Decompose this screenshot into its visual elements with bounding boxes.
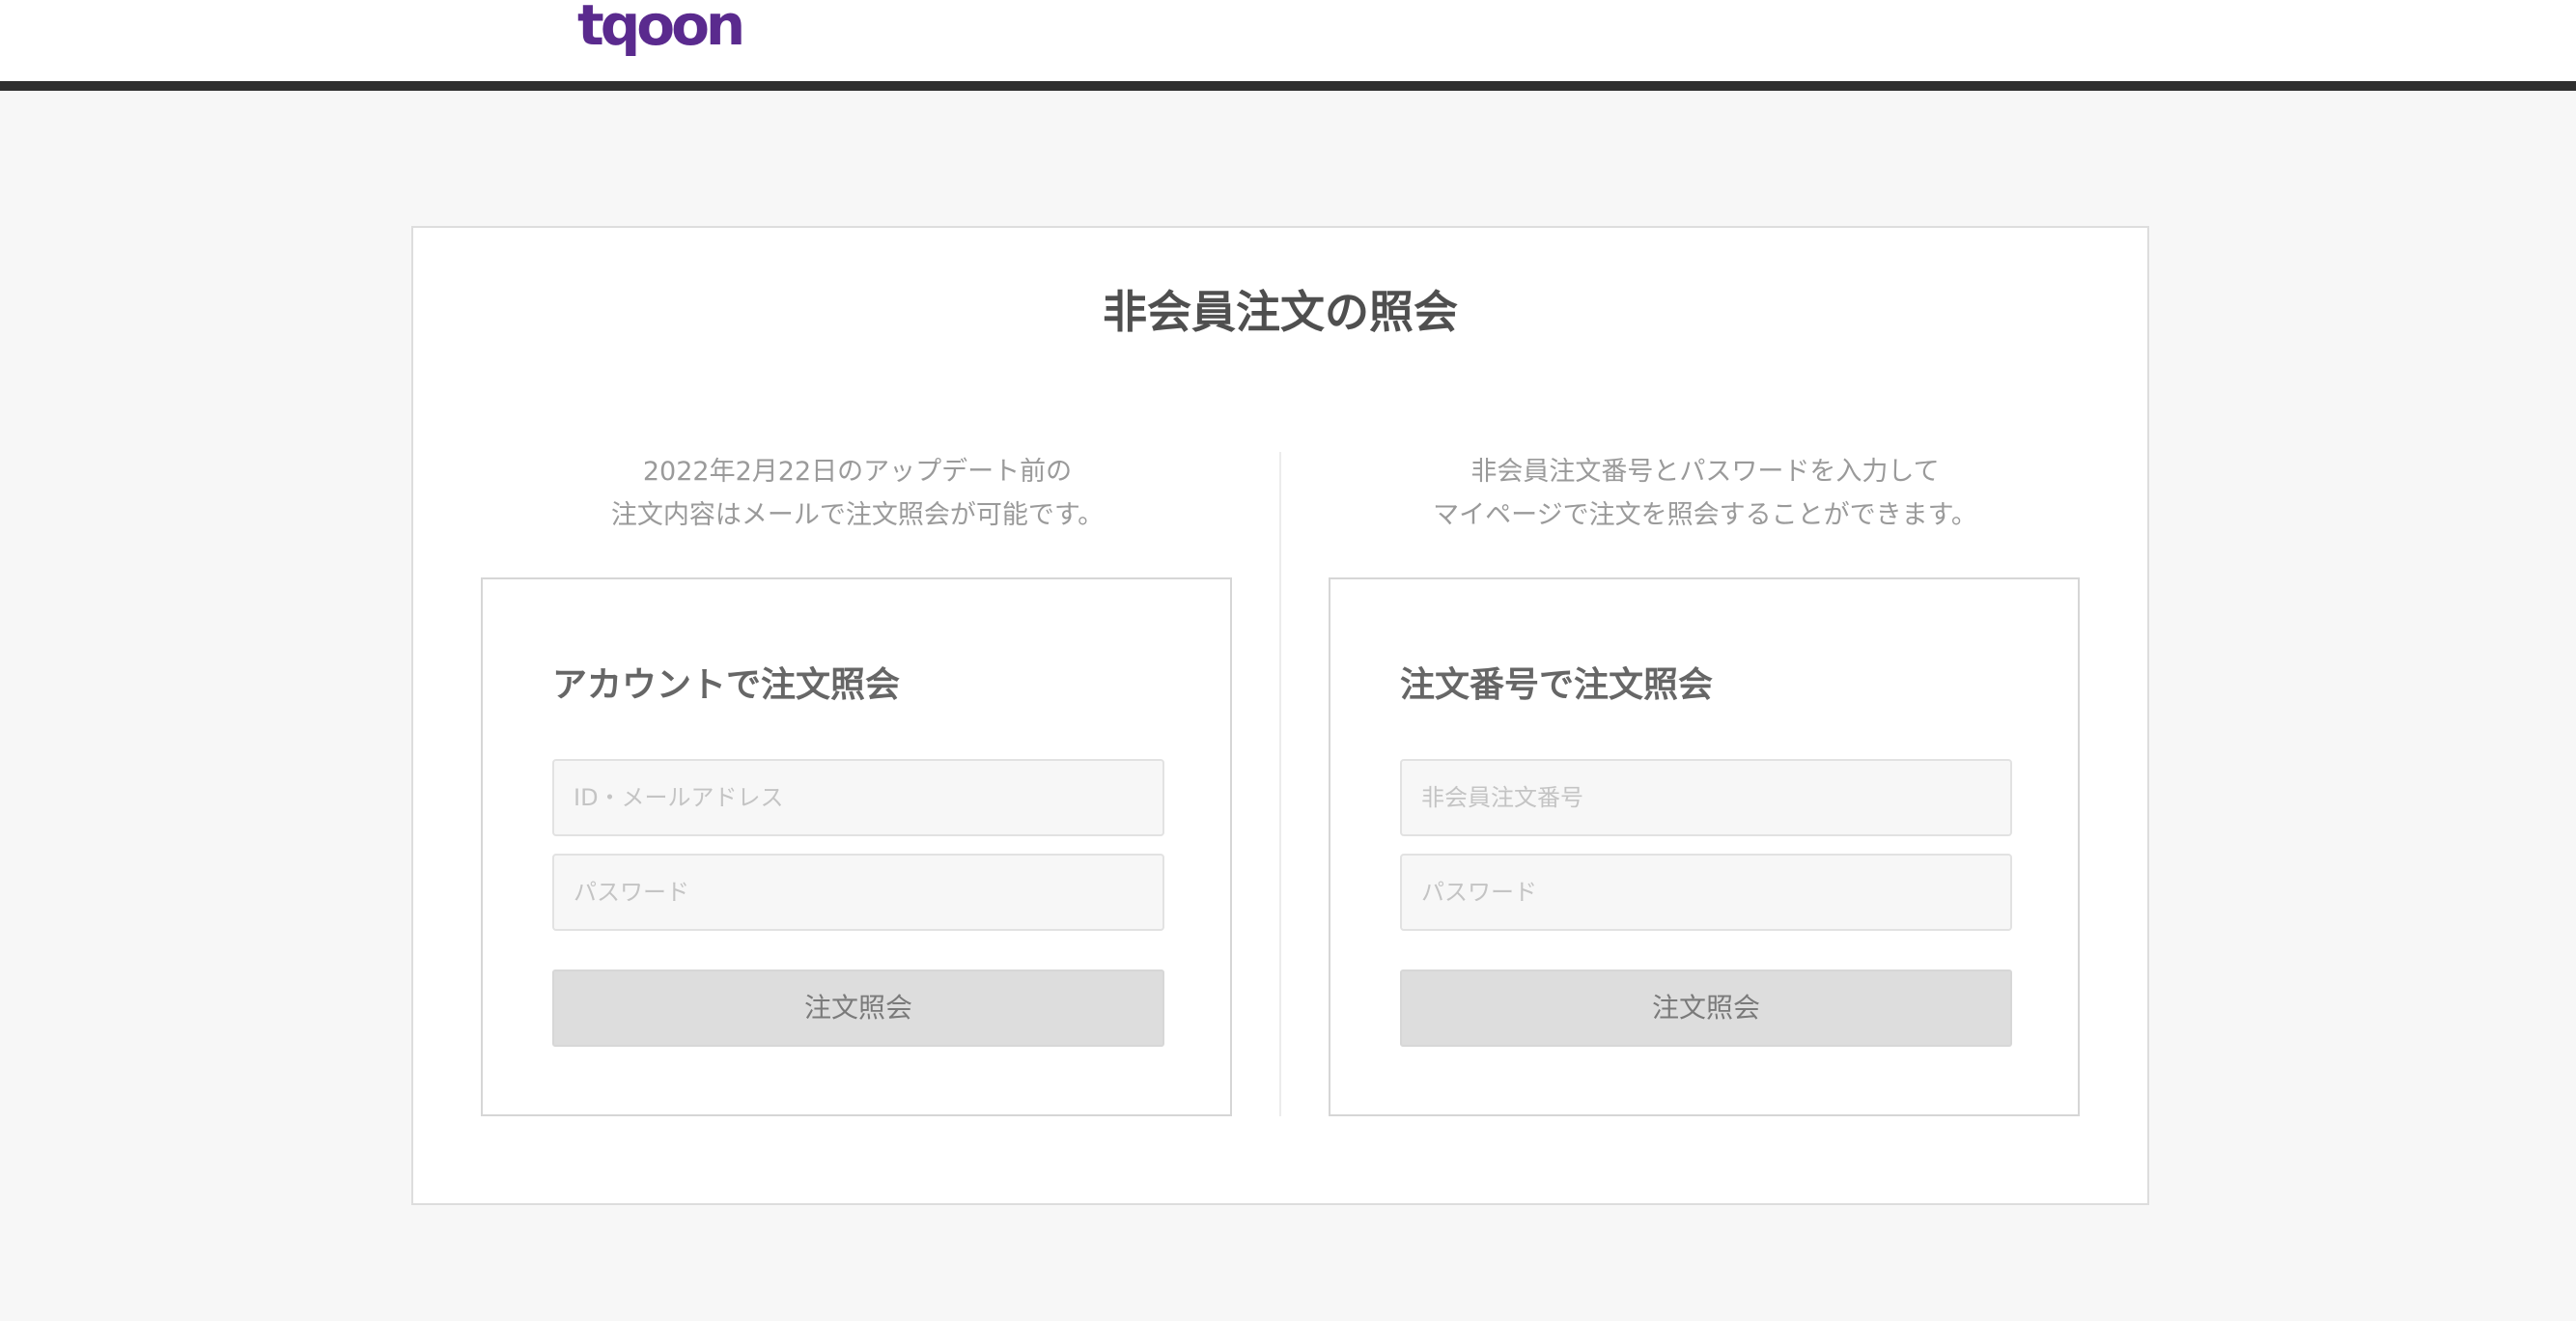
order-desc-line-2: マイページで注文を照会することができます。	[1433, 500, 1977, 530]
column-divider	[1279, 452, 1281, 1116]
site-logo[interactable]: tqoon	[577, 0, 745, 56]
order-desc-line-1: 非会員注文番号とパスワードを入力して	[1470, 457, 1940, 487]
order-password-input[interactable]	[1400, 854, 2012, 931]
account-inquiry-form: アカウントで注文照会 注文照会	[481, 577, 1232, 1116]
order-number-inquiry-form: 注文番号で注文照会 注文照会	[1329, 577, 2080, 1116]
account-inquiry-title: アカウントで注文照会	[552, 665, 901, 705]
order-number-inquiry-title: 注文番号で注文照会	[1400, 665, 1714, 705]
account-inquiry-submit-button[interactable]: 注文照会	[552, 970, 1164, 1047]
id-email-input[interactable]	[552, 759, 1164, 836]
account-desc-line-1: 2022年2月22日のアップデート前の	[642, 457, 1073, 487]
account-password-input[interactable]	[552, 854, 1164, 931]
order-number-inquiry-submit-button[interactable]: 注文照会	[1400, 970, 2012, 1047]
account-inquiry-description: 2022年2月22日のアップデート前の 注文内容はメールで注文照会が可能です。	[481, 450, 1234, 537]
order-number-input[interactable]	[1400, 759, 2012, 836]
account-desc-line-2: 注文内容はメールで注文照会が可能です。	[610, 500, 1105, 530]
site-header: tqoon	[0, 0, 2576, 91]
order-number-inquiry-description: 非会員注文番号とパスワードを入力して マイページで注文を照会することができます。	[1329, 450, 2082, 537]
page-title: 非会員注文の照会	[1103, 286, 1458, 338]
